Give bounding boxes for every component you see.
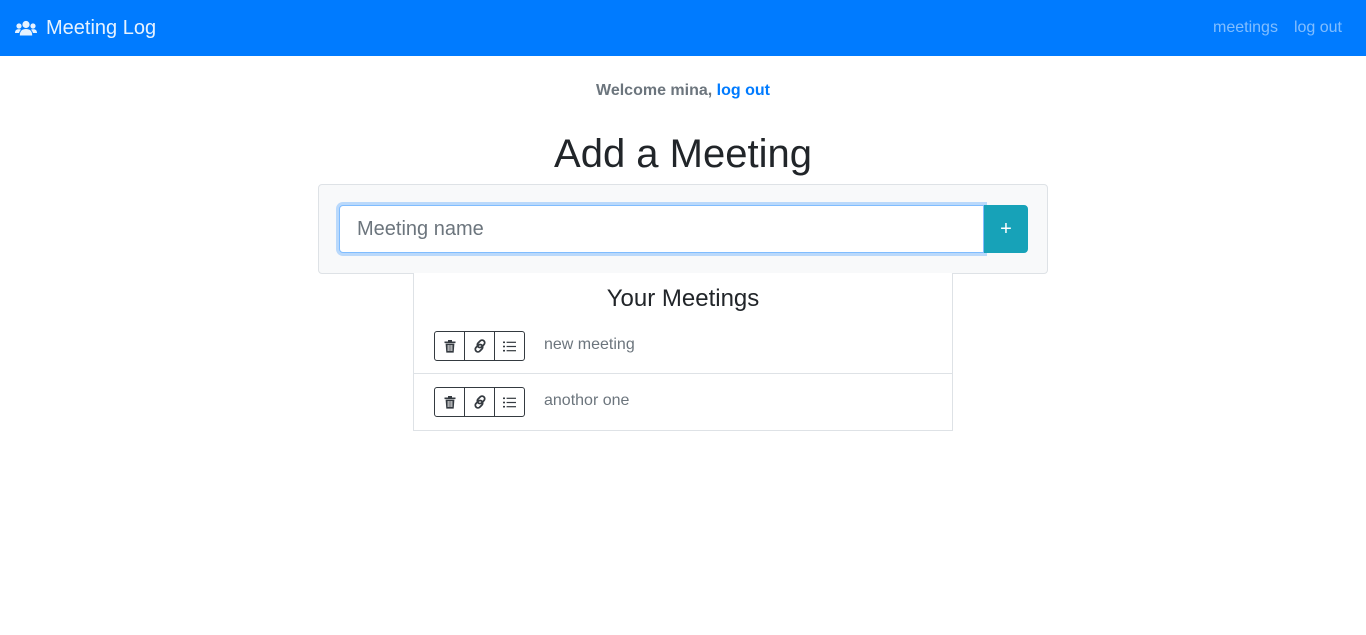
link-icon [473, 395, 486, 409]
nav-link-log-out[interactable]: log out [1294, 19, 1342, 37]
delete-meeting-button[interactable] [434, 331, 465, 361]
welcome-text: Welcome mina [596, 82, 708, 99]
meetings-list: Your Meetings new meeting anothor one [413, 273, 953, 431]
list-item: anothor one [414, 375, 952, 430]
copy-link-button[interactable] [464, 331, 495, 361]
page-title: Add a Meeting [554, 132, 812, 176]
top-navbar: Meeting Log meetings log out [0, 0, 1366, 56]
welcome-separator: , [707, 82, 713, 99]
welcome-message: Welcome mina, log out [0, 82, 1366, 100]
delete-meeting-button[interactable] [434, 387, 465, 417]
meeting-name[interactable]: anothor one [544, 392, 629, 410]
meeting-actions [434, 387, 525, 417]
link-icon [473, 339, 486, 353]
brand-link[interactable]: Meeting Log [15, 0, 156, 56]
trash-icon [444, 339, 455, 353]
meetings-title: Your Meetings [606, 285, 760, 312]
welcome-logout-link[interactable]: log out [717, 82, 770, 99]
trash-icon [444, 395, 455, 409]
users-icon [15, 20, 37, 36]
add-meeting-button[interactable]: + [984, 205, 1028, 253]
list-item: new meeting [414, 319, 952, 374]
view-log-button[interactable] [494, 387, 525, 417]
list-icon [503, 341, 516, 351]
copy-link-button[interactable] [464, 387, 495, 417]
view-log-button[interactable] [494, 331, 525, 361]
meeting-name-input[interactable] [339, 205, 984, 253]
meeting-actions [434, 331, 525, 361]
nav-link-meetings[interactable]: meetings [1213, 19, 1278, 37]
meeting-name[interactable]: new meeting [544, 336, 635, 354]
navbar-links: meetings log out [1197, 0, 1342, 56]
brand-label: Meeting Log [46, 16, 157, 39]
list-icon [503, 397, 516, 407]
add-meeting-form: + [318, 184, 1048, 274]
